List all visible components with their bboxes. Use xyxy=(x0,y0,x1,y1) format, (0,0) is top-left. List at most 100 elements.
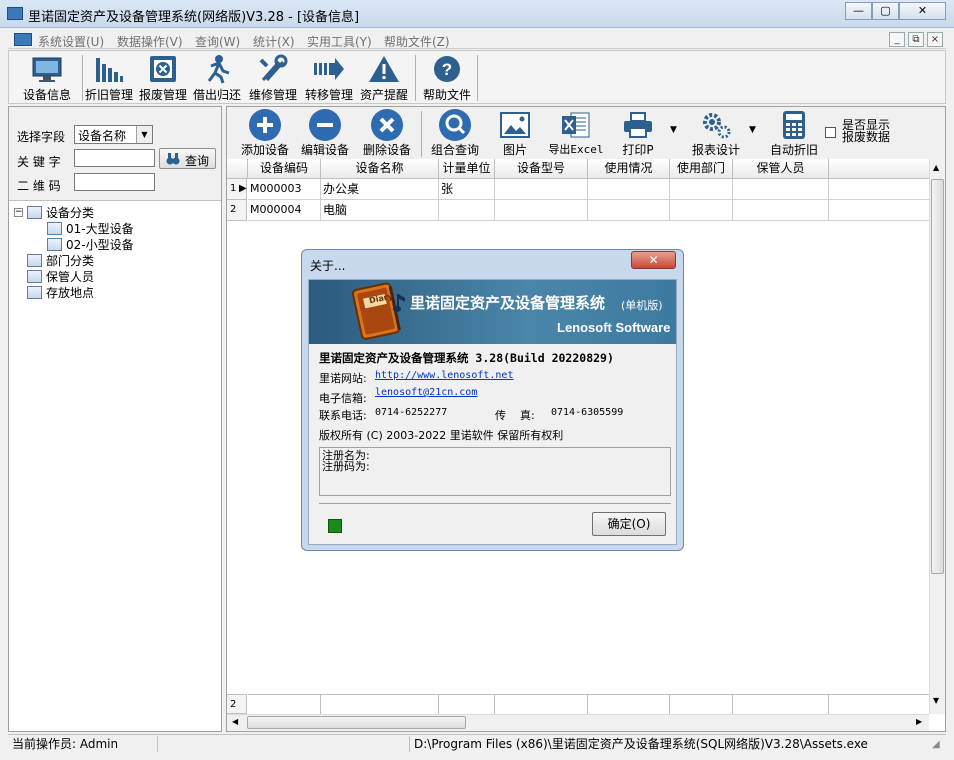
close-button[interactable]: ✕ xyxy=(899,2,946,20)
field-select[interactable]: 设备名称 ▼ xyxy=(74,125,153,144)
table-cell[interactable]: M000003 xyxy=(248,179,321,200)
table-cell[interactable]: M000004 xyxy=(248,200,321,221)
tree-root[interactable]: 设备分类 xyxy=(27,204,94,221)
report-dropdown-icon[interactable]: ▼ xyxy=(749,125,756,135)
website-link[interactable]: http://www.lenosoft.net xyxy=(375,370,513,381)
table-cell[interactable]: 张 xyxy=(439,179,495,200)
row-header[interactable]: 2 xyxy=(227,200,247,221)
qrcode-label: 二 维 码 xyxy=(17,179,61,193)
menu-statistics[interactable]: 统计(X) xyxy=(253,33,295,50)
column-header-department[interactable]: 使用部门 xyxy=(670,159,733,179)
picture-icon xyxy=(493,109,537,141)
keyword-input[interactable] xyxy=(74,149,155,167)
table-cell[interactable] xyxy=(588,200,670,221)
dialog-close-button[interactable]: ✕ xyxy=(631,251,676,269)
column-header-name[interactable]: 设备名称 xyxy=(321,159,439,179)
table-cell[interactable] xyxy=(733,179,829,200)
scrap-button[interactable]: 报废管理 xyxy=(137,53,189,103)
print-dropdown-icon[interactable]: ▼ xyxy=(670,125,677,135)
help-file-label: 帮助文件 xyxy=(422,88,471,102)
combined-query-button[interactable]: 组合查询 xyxy=(427,109,483,157)
transfer-button[interactable]: 转移管理 xyxy=(303,53,355,103)
report-design-button[interactable]: 报表设计 xyxy=(685,109,747,157)
show-scrapped-checkbox[interactable] xyxy=(825,127,836,138)
scroll-up-icon[interactable]: ▲ xyxy=(933,163,939,172)
export-excel-button[interactable]: 导出Excel xyxy=(545,109,607,157)
scroll-down-icon[interactable]: ▼ xyxy=(933,696,939,705)
lend-return-button[interactable]: 借出归还 xyxy=(191,53,243,103)
menu-tools[interactable]: 实用工具(Y) xyxy=(307,33,372,50)
table-cell[interactable] xyxy=(588,179,670,200)
table-cell[interactable] xyxy=(733,200,829,221)
mdi-minimize-button[interactable]: _ xyxy=(889,32,905,47)
table-cell[interactable]: 办公桌 xyxy=(321,179,439,200)
picture-button[interactable]: 图片 xyxy=(493,109,537,157)
title-bar: 里诺固定资产及设备管理系统(网络版)V3.28 - [设备信息] — ▢ ✕ xyxy=(0,0,954,28)
row-number: 1 xyxy=(230,183,237,194)
copyright: 版权所有 (C) 2003-2022 里诺软件 保留所有权利 xyxy=(319,429,564,442)
help-file-button[interactable]: ? 帮助文件 xyxy=(419,53,475,103)
column-header-usage[interactable]: 使用情况 xyxy=(588,159,670,179)
resize-grip-icon[interactable]: ◢ xyxy=(932,739,940,750)
banner-title: 里诺固定资产及设备管理系统 xyxy=(410,294,606,312)
combined-query-label: 组合查询 xyxy=(430,143,479,157)
column-header-custodian[interactable]: 保管人员 xyxy=(733,159,829,179)
vertical-scrollbar[interactable]: ▲ ▼ xyxy=(929,159,945,714)
query-button[interactable]: 查询 xyxy=(159,148,216,169)
main-toolbar: 设备信息 折旧管理 报废管理 借出归还 维修管理 转移管理 资产提醒 ? 帮助文… xyxy=(8,50,946,104)
mdi-doc-icon xyxy=(14,33,32,46)
vertical-scroll-thumb[interactable] xyxy=(931,179,944,574)
footer-row xyxy=(248,694,929,714)
column-header-unit[interactable]: 计量单位 xyxy=(439,159,495,179)
menu-help[interactable]: 帮助文件(Z) xyxy=(384,33,450,50)
equipment-info-button[interactable]: 设备信息 xyxy=(13,53,81,103)
ok-button[interactable]: 确定(O) xyxy=(592,512,666,536)
qrcode-input[interactable] xyxy=(74,173,155,191)
tree-item-custodian[interactable]: 保管人员 xyxy=(27,268,94,285)
printer-icon xyxy=(615,109,661,141)
tree-root-label: 设备分类 xyxy=(46,206,95,220)
column-header-model[interactable]: 设备型号 xyxy=(495,159,588,179)
table-cell[interactable] xyxy=(495,200,588,221)
repair-button[interactable]: 维修管理 xyxy=(245,53,301,103)
print-button[interactable]: 打印P xyxy=(615,109,661,157)
depreciation-button[interactable]: 折旧管理 xyxy=(83,53,135,103)
tree-item-large[interactable]: 01-大型设备 xyxy=(47,220,134,237)
table-cell[interactable] xyxy=(439,200,495,221)
column-header-code[interactable]: 设备编码 xyxy=(248,159,321,179)
edit-equipment-label: 编辑设备 xyxy=(300,143,349,157)
table-cell[interactable]: 电脑 xyxy=(321,200,439,221)
menu-data-operations[interactable]: 数据操作(V) xyxy=(117,33,183,50)
current-row-arrow-icon: ▶ xyxy=(239,183,247,194)
edit-equipment-button[interactable]: 编辑设备 xyxy=(297,109,353,157)
horizontal-scrollbar[interactable]: ◀ ▶ xyxy=(227,714,929,731)
grid-corner xyxy=(227,159,248,179)
table-cell[interactable] xyxy=(670,179,733,200)
restore-button[interactable]: ▢ xyxy=(872,2,899,20)
tree-item-location[interactable]: 存放地点 xyxy=(27,284,94,301)
svg-text:?: ? xyxy=(442,60,452,79)
horizontal-scroll-thumb[interactable] xyxy=(247,716,466,729)
tree-item-department[interactable]: 部门分类 xyxy=(27,252,94,269)
delete-equipment-button[interactable]: 删除设备 xyxy=(359,109,415,157)
scroll-left-icon[interactable]: ◀ xyxy=(232,717,238,726)
asset-reminder-button[interactable]: 资产提醒 xyxy=(357,53,411,103)
table-cell[interactable] xyxy=(670,200,733,221)
row-header[interactable]: 1 ▶ xyxy=(227,179,247,200)
about-dialog: 关于... ✕ Diary 里诺固定资产及设备管理系统 (单机版) Lenoso… xyxy=(301,249,684,551)
collapse-icon[interactable]: − xyxy=(14,208,23,217)
search-panel: 选择字段 设备名称 ▼ 关 键 字 查询 二 维 码 xyxy=(9,107,221,201)
footer-count: 2 xyxy=(230,699,237,710)
tree-item-small[interactable]: 02-小型设备 xyxy=(47,236,134,253)
auto-depreciation-button[interactable]: 自动折旧 xyxy=(765,109,823,157)
mdi-close-button[interactable]: × xyxy=(927,32,943,47)
minimize-button[interactable]: — xyxy=(845,2,872,20)
add-equipment-button[interactable]: 添加设备 xyxy=(237,109,293,157)
menu-query[interactable]: 查询(W) xyxy=(195,33,240,50)
table-cell[interactable] xyxy=(495,179,588,200)
mdi-restore-button[interactable]: ⧉ xyxy=(908,32,924,47)
menu-system-settings[interactable]: 系统设置(U) xyxy=(38,33,104,50)
email-link[interactable]: lenosoft@21cn.com xyxy=(375,387,477,398)
scroll-right-icon[interactable]: ▶ xyxy=(916,717,922,726)
minus-circle-icon xyxy=(309,109,341,141)
